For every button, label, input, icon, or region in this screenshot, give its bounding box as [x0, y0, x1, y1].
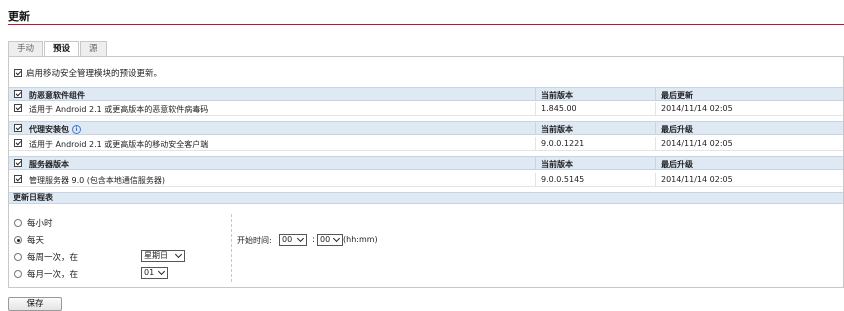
section-checkbox[interactable] [14, 90, 22, 98]
column-current-version: 当前版本 [541, 160, 573, 169]
monthday-select[interactable]: 01 [141, 267, 168, 279]
component-version: 9.0.0.1221 [541, 139, 585, 148]
component-name: 管理服务器 9.0 (包含本地通信服务器) [29, 176, 166, 185]
table-row: 适用于 Android 2.1 或更高版本的移动安全客户端 9.0.0.1221… [9, 137, 843, 151]
column-divider [535, 88, 536, 100]
radio-daily[interactable]: 每天 [14, 234, 44, 246]
radio-button[interactable] [14, 236, 22, 244]
column-divider [535, 157, 536, 169]
title-divider [8, 24, 844, 25]
section-checkbox[interactable] [14, 124, 22, 132]
enable-label: 启用移动安全管理模块的预设更新。 [26, 69, 163, 79]
enable-checkbox[interactable] [14, 69, 22, 77]
chevron-down-icon [332, 235, 342, 245]
radio-button[interactable] [14, 270, 22, 278]
section-header-agent-package: 代理安装包 i 当前版本 最后升级 [9, 121, 843, 135]
radio-button[interactable] [14, 253, 22, 261]
tab-source[interactable]: 源 [80, 41, 107, 57]
radio-weekly[interactable]: 每周一次，在 [14, 251, 78, 263]
column-last-update: 最后更新 [661, 91, 693, 100]
chevron-down-icon [157, 268, 167, 278]
section-header-antimalware: 防恶意软件组件 当前版本 最后更新 [9, 87, 843, 101]
column-divider [655, 122, 656, 134]
component-date: 2014/11/14 02:05 [661, 139, 733, 148]
column-divider [655, 137, 656, 150]
column-divider [535, 102, 536, 115]
info-icon[interactable]: i [72, 125, 81, 134]
section-name-text: 代理安装包 [29, 125, 69, 134]
section-header-server-version: 服务器版本 当前版本 最后升级 [9, 156, 843, 170]
component-date: 2014/11/14 02:05 [661, 104, 733, 113]
tab-bar: 手动 预设 源 [8, 41, 108, 58]
chevron-down-icon [174, 251, 184, 261]
row-checkbox[interactable] [14, 104, 22, 112]
component-version: 1.845.00 [541, 104, 577, 113]
component-version: 9.0.0.5145 [541, 175, 585, 184]
row-checkbox[interactable] [14, 139, 22, 147]
column-divider [655, 157, 656, 169]
column-last-upgrade: 最后升级 [661, 125, 693, 134]
column-divider [535, 122, 536, 134]
radio-label: 每天 [27, 236, 45, 246]
section-name: 防恶意软件组件 [29, 91, 85, 100]
start-hour-select[interactable]: 00 [279, 234, 307, 246]
radio-label: 每月一次，在 [27, 270, 79, 280]
component-name: 适用于 Android 2.1 或更高版本的恶意软件病毒码 [29, 105, 209, 114]
radio-label: 每周一次，在 [27, 253, 79, 263]
column-divider [655, 173, 656, 186]
row-checkbox[interactable] [14, 175, 22, 183]
radio-button[interactable] [14, 219, 22, 227]
component-name: 适用于 Android 2.1 或更高版本的移动安全客户端 [29, 140, 209, 149]
table-row: 管理服务器 9.0 (包含本地通信服务器) 9.0.0.5145 2014/11… [9, 173, 843, 187]
column-current-version: 当前版本 [541, 125, 573, 134]
save-button[interactable]: 保存 [8, 297, 62, 311]
weekday-select[interactable]: 星期日 [141, 250, 185, 262]
table-row: 适用于 Android 2.1 或更高版本的恶意软件病毒码 1.845.00 2… [9, 102, 843, 116]
column-current-version: 当前版本 [541, 91, 573, 100]
column-divider [655, 102, 656, 115]
tab-manual[interactable]: 手动 [8, 41, 44, 57]
section-checkbox[interactable] [14, 159, 22, 167]
start-minute-select[interactable]: 00 [317, 234, 343, 246]
section-name: 服务器版本 [29, 160, 69, 169]
component-date: 2014/11/14 02:05 [661, 175, 733, 184]
column-last-upgrade: 最后升级 [661, 160, 693, 169]
radio-label: 每小时 [27, 219, 53, 229]
column-divider [535, 137, 536, 150]
scheduled-update-panel: 启用移动安全管理模块的预设更新。 防恶意软件组件 当前版本 最后更新 适用于 A… [8, 56, 844, 288]
schedule-header: 更新日程表 [9, 192, 843, 204]
minute-value: 00 [320, 235, 331, 244]
radio-monthly[interactable]: 每月一次，在 [14, 268, 78, 280]
hour-value: 00 [282, 235, 293, 244]
page-title: 更新 [8, 10, 30, 23]
start-time-label: 开始时间: [237, 236, 272, 245]
chevron-down-icon [296, 235, 306, 245]
radio-hourly[interactable]: 每小时 [14, 217, 53, 229]
enable-scheduled-update[interactable]: 启用移动安全管理模块的预设更新。 [14, 67, 162, 79]
weekday-value: 星期日 [144, 251, 168, 260]
schedule-divider [231, 214, 232, 282]
column-divider [535, 173, 536, 186]
time-format-hint: (hh:mm) [343, 235, 378, 244]
monthday-value: 01 [144, 268, 155, 277]
time-separator: : [312, 235, 315, 245]
column-divider [655, 88, 656, 100]
section-name: 代理安装包 i [29, 124, 81, 135]
